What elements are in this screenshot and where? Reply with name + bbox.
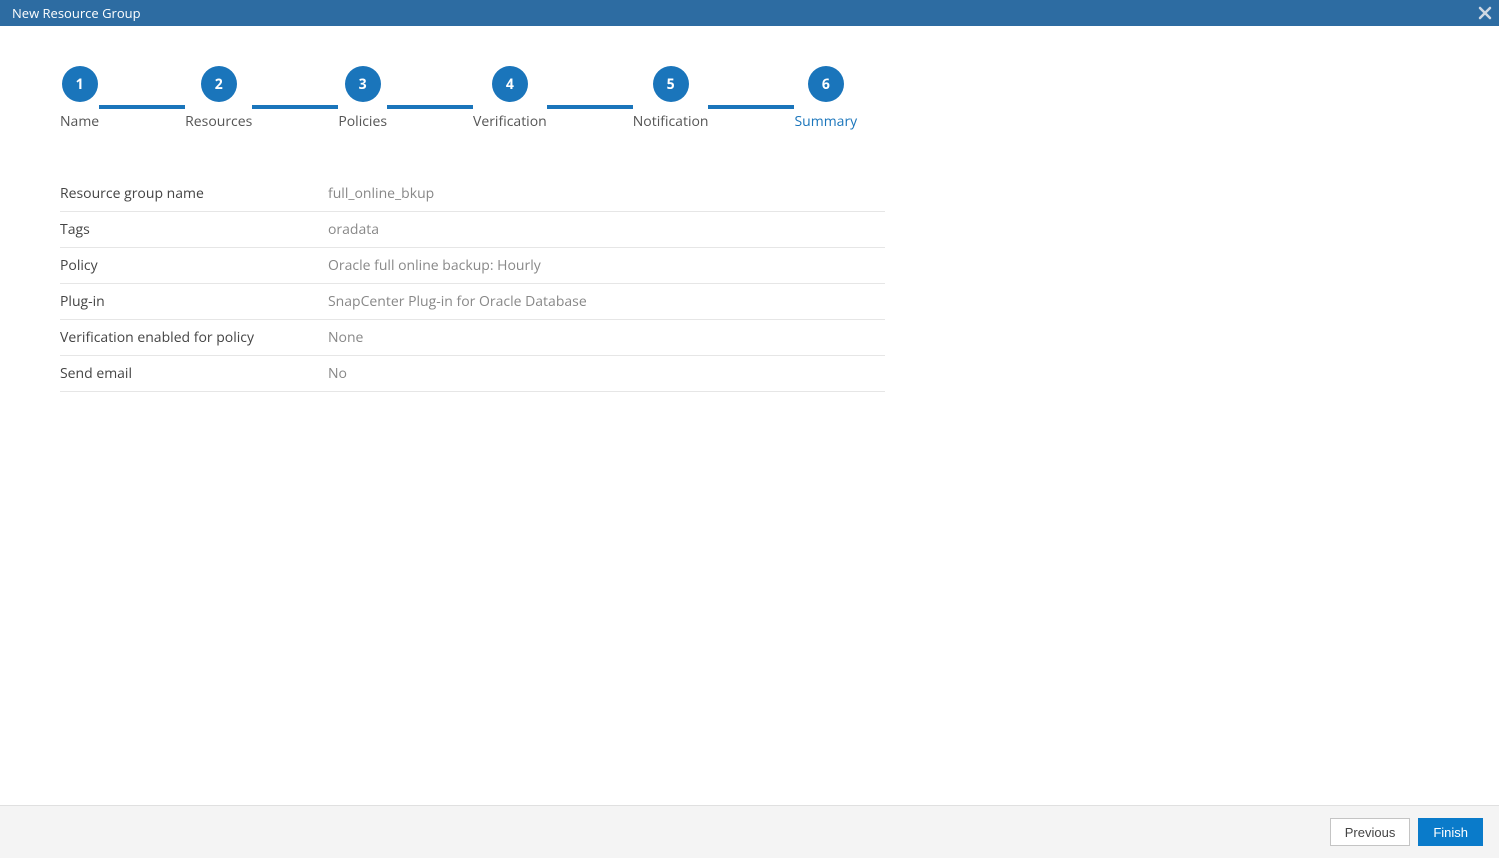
step-number: 2	[201, 66, 237, 102]
step-number: 5	[653, 66, 689, 102]
close-icon[interactable]	[1473, 0, 1497, 26]
summary-row: Policy Oracle full online backup: Hourly	[60, 248, 885, 284]
step-connector	[387, 105, 473, 109]
step-number: 4	[492, 66, 528, 102]
wizard-stepper: 1 Name 2 Resources 3 Policies	[60, 66, 1439, 131]
step-resources[interactable]: 2 Resources	[185, 66, 252, 131]
summary-row: Tags oradata	[60, 212, 885, 248]
summary-value: None	[328, 320, 885, 356]
summary-row: Plug-in SnapCenter Plug-in for Oracle Da…	[60, 284, 885, 320]
wizard-content: 1 Name 2 Resources 3 Policies	[0, 26, 1499, 805]
step-connector	[99, 105, 185, 109]
summary-key: Resource group name	[60, 176, 328, 212]
step-notification[interactable]: 5 Notification	[633, 66, 709, 131]
step-connector	[708, 105, 794, 109]
step-label: Notification	[633, 112, 709, 131]
step-number: 1	[62, 66, 98, 102]
step-label: Policies	[338, 112, 387, 131]
step-number: 6	[808, 66, 844, 102]
wizard-window: New Resource Group 1 Name 2 Resources	[0, 0, 1499, 858]
summary-value: SnapCenter Plug-in for Oracle Database	[328, 284, 885, 320]
summary-row: Send email No	[60, 356, 885, 392]
summary-key: Tags	[60, 212, 328, 248]
step-summary[interactable]: 6 Summary	[794, 66, 857, 131]
summary-value: oradata	[328, 212, 885, 248]
summary-key: Plug-in	[60, 284, 328, 320]
step-connector	[547, 105, 633, 109]
step-number: 3	[345, 66, 381, 102]
title-bar: New Resource Group	[0, 0, 1499, 26]
step-label: Summary	[794, 112, 857, 131]
summary-table: Resource group name full_online_bkup Tag…	[60, 176, 885, 392]
summary-row: Verification enabled for policy None	[60, 320, 885, 356]
step-name[interactable]: 1 Name	[60, 66, 99, 131]
step-connector	[252, 105, 338, 109]
summary-value: No	[328, 356, 885, 392]
summary-key: Send email	[60, 356, 328, 392]
step-label: Resources	[185, 112, 252, 131]
finish-button[interactable]: Finish	[1418, 818, 1483, 846]
summary-value: full_online_bkup	[328, 176, 885, 212]
summary-row: Resource group name full_online_bkup	[60, 176, 885, 212]
window-title: New Resource Group	[12, 4, 141, 22]
wizard-footer: Previous Finish	[0, 805, 1499, 858]
summary-value: Oracle full online backup: Hourly	[328, 248, 885, 284]
summary-key: Verification enabled for policy	[60, 320, 328, 356]
step-policies[interactable]: 3 Policies	[338, 66, 387, 131]
previous-button[interactable]: Previous	[1330, 818, 1411, 846]
step-label: Verification	[473, 112, 547, 131]
step-verification[interactable]: 4 Verification	[473, 66, 547, 131]
step-label: Name	[60, 112, 99, 131]
summary-key: Policy	[60, 248, 328, 284]
